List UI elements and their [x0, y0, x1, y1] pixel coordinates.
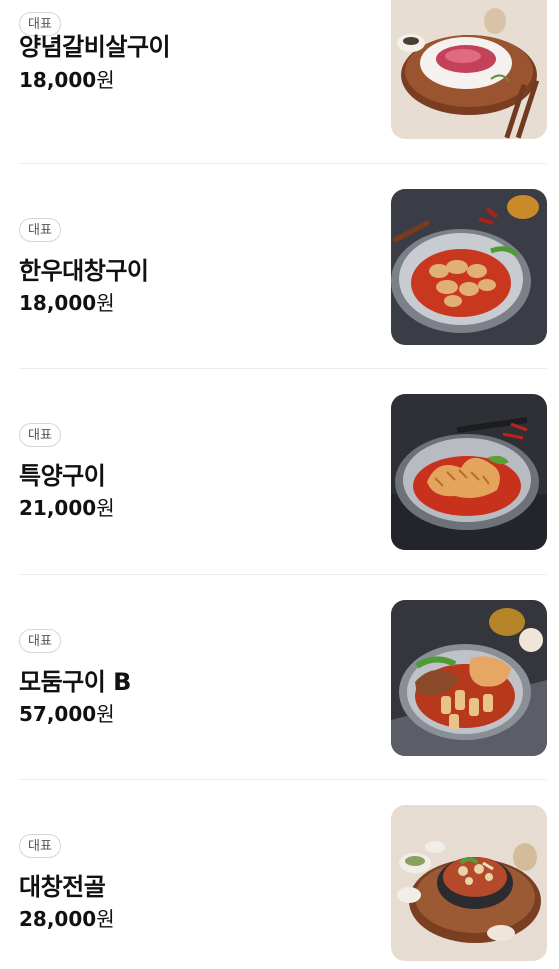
menu-item[interactable]: 대표 한우대창구이 18,000원 [19, 189, 547, 345]
price-number: 18,000 [19, 291, 97, 315]
marinated-rib-dish-photo[interactable] [391, 0, 547, 139]
signature-badge: 대표 [19, 629, 61, 653]
intestine-hotpot-dish-photo[interactable] [391, 805, 547, 961]
menu-item-price: 57,000원 [19, 698, 115, 727]
menu-item-name: 특양구이 [19, 462, 106, 490]
menu-item-name: 한우대창구이 [19, 257, 149, 285]
price-unit: 원 [96, 68, 115, 92]
grilled-intestine-dish-photo[interactable] [391, 189, 547, 345]
menu-item-price: 18,000원 [19, 287, 115, 316]
menu-item[interactable]: 대표 대창전골 28,000원 [19, 805, 547, 961]
price-unit: 원 [96, 907, 115, 931]
price-unit: 원 [96, 291, 115, 315]
menu-item-price: 18,000원 [19, 64, 115, 93]
item-divider [19, 779, 547, 780]
price-unit: 원 [96, 702, 115, 726]
signature-badge: 대표 [19, 423, 61, 447]
menu-item[interactable]: 대표 특양구이 21,000원 [19, 394, 547, 550]
price-number: 28,000 [19, 907, 97, 931]
signature-badge: 대표 [19, 834, 61, 858]
item-divider [19, 163, 547, 164]
menu-item[interactable]: 대표 양념갈비살구이 18,000원 [19, 0, 547, 139]
menu-item-name: 대창전골 [19, 873, 106, 901]
menu-item-price: 21,000원 [19, 492, 115, 521]
signature-badge: 대표 [19, 218, 61, 242]
menu-item[interactable]: 대표 모둠구이 B 57,000원 [19, 600, 547, 756]
grilled-tripe-dish-photo[interactable] [391, 394, 547, 550]
menu-item-name: 모둠구이 B [19, 668, 131, 696]
price-number: 21,000 [19, 496, 97, 520]
assorted-grill-dish-photo[interactable] [391, 600, 547, 756]
price-unit: 원 [96, 496, 115, 520]
price-number: 18,000 [19, 68, 97, 92]
menu-item-price: 28,000원 [19, 903, 115, 932]
menu-item-name: 양념갈비살구이 [19, 33, 171, 61]
price-number: 57,000 [19, 702, 97, 726]
item-divider [19, 574, 547, 575]
item-divider [19, 368, 547, 369]
